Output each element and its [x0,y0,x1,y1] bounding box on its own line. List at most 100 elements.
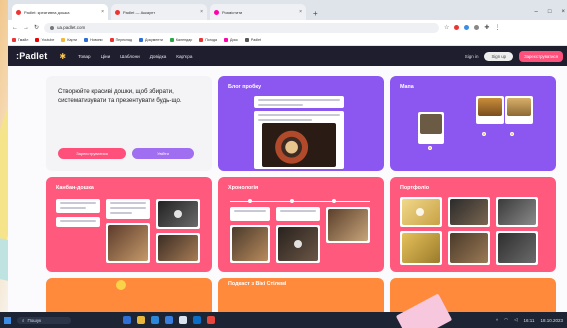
explorer-icon[interactable] [123,316,131,324]
bookmark-item[interactable]: Погода [199,38,217,42]
bookmark-item[interactable]: Padlet [244,38,261,42]
extension-icon[interactable] [474,25,480,30]
kanban-post [106,199,150,219]
bookmark-item[interactable]: Youtube [35,38,54,42]
play-icon[interactable] [416,208,424,216]
url-text: ua.padlet.com [57,25,86,30]
nav-item-pricing[interactable]: Ціни [101,54,111,59]
chrome-icon[interactable] [207,316,215,324]
play-icon[interactable] [174,210,182,218]
nav-item-help[interactable]: Довідка [150,54,167,59]
url-field[interactable]: ua.padlet.com [44,22,440,33]
word-icon[interactable] [193,316,201,324]
signup-button[interactable]: Зареєструватися [519,50,563,62]
reload-icon[interactable]: ↻ [34,24,39,31]
timeline-post [276,225,320,263]
browser-tab-active[interactable]: Padlet: креативна дошка × [12,4,108,20]
screenshot: Padlet: креативна дошка × Padlet — Аккау… [0,0,567,328]
bookmark-item[interactable]: Переклад [109,38,132,42]
address-bar-row: ← → ↻ ua.padlet.com ☆ ✚ ⋮ [8,20,567,35]
main-nav: Товар Ціни Шаблони Довідка Кар'єра [78,54,192,59]
animal-image [507,98,531,116]
timeline-dot [332,199,336,203]
extension-icon[interactable] [454,25,460,30]
volume-icon[interactable]: ◁ [514,317,517,323]
hero-card: Створюйте красиві дошки, щоб збирати, си… [46,76,212,171]
minimize-icon[interactable]: – [535,9,538,15]
bookmark-item[interactable]: Карти [61,38,77,42]
hero-signup-button[interactable]: Зареєструватися [58,148,126,159]
maximize-icon[interactable]: □ [548,9,552,15]
new-tab-button[interactable]: + [309,9,322,20]
template-card-map[interactable]: Мапа [390,76,556,171]
kanban-post [56,199,100,213]
extension-icon[interactable] [464,25,470,30]
portfolio-post [496,197,538,227]
bookmark-item[interactable]: Календар [169,38,192,42]
close-tab-icon[interactable]: × [200,9,203,15]
photo-thumbnail [498,199,536,225]
login-link[interactable]: Sign in [465,54,479,59]
card-title: Мапа [400,84,414,90]
bookmark-item[interactable]: Гмайл [12,38,28,42]
timeline-post [230,225,270,263]
template-card-timeline[interactable]: Хронологія [218,177,384,272]
post-preview [254,96,344,108]
star-icon: ✱ [59,51,67,61]
site-favicon-icon [214,9,219,15]
close-tab-icon[interactable]: × [299,9,302,15]
bookmark-item[interactable]: Диск [224,38,238,42]
elephant-image [478,98,502,116]
template-card-portfolio[interactable]: Портфоліо [390,177,556,272]
map-post [418,112,444,144]
browser-tab[interactable]: Розмістити × [210,4,306,20]
tab-title: Padlet — Аккаунт [123,9,156,15]
close-tab-icon[interactable]: × [101,9,104,15]
nav-item-careers[interactable]: Кар'єра [176,54,192,59]
bookmark-item[interactable]: Новини [84,38,103,42]
portfolio-post [400,197,442,227]
play-icon[interactable] [294,240,302,248]
wifi-icon[interactable]: ◠ [504,317,508,323]
close-window-icon[interactable]: × [561,9,565,15]
taskbar-search[interactable]: ⌕ Пошук [17,316,71,324]
bookmark-star-icon[interactable]: ☆ [444,24,449,31]
site-info-icon[interactable] [50,25,55,30]
template-card-partial[interactable] [46,278,212,312]
people-photo [108,225,148,261]
nav-item-templates[interactable]: Шаблони [120,54,140,59]
menu-dots-icon[interactable]: ⋮ [494,24,500,31]
system-tray: ^ ◠ ◁ 16:11 18.10.2023 [496,317,563,323]
forward-arrow-icon[interactable]: → [23,25,29,31]
edge-icon[interactable] [151,316,159,324]
clock-time[interactable]: 16:11 [524,318,535,323]
hero-login-button[interactable]: Увійти [132,148,194,159]
browser-tab[interactable]: Padlet — Аккаунт × [111,4,207,20]
puzzle-icon[interactable]: ✚ [484,24,489,31]
padlet-favicon-icon [115,9,120,15]
bookmarks-bar: Гмайл Youtube Карти Новини Переклад Доку… [8,35,567,46]
template-card-blog[interactable]: Блог пробку [218,76,384,171]
card-title: Подкаст з Вікі Стілемі [228,281,287,287]
timeline-dot [248,199,252,203]
app-icon[interactable] [179,316,187,324]
portfolio-post [448,197,490,227]
padlet-logo[interactable]: :Padlet [16,51,47,61]
store-icon[interactable] [165,316,173,324]
signup-button-secondary[interactable]: Sign up [484,51,514,61]
bookmark-item[interactable]: Документи [138,38,163,42]
back-arrow-icon[interactable]: ← [12,25,18,31]
portfolio-post [496,231,538,265]
portfolio-post [400,231,442,265]
template-card-podcast[interactable]: Подкаст з Вікі Стілемі [218,278,384,312]
template-card-kanban[interactable]: Канбан-дошка [46,177,212,272]
search-placeholder: Пошук [27,317,42,323]
map-post [476,96,504,124]
folder-icon[interactable] [137,316,145,324]
chevron-up-icon[interactable]: ^ [496,318,498,323]
clock-date[interactable]: 18.10.2023 [540,318,563,323]
card-title: Хронологія [228,185,259,191]
hero-buttons: Зареєструватися Увійти [58,148,194,159]
windows-start-icon[interactable] [4,316,11,324]
nav-item-product[interactable]: Товар [78,54,91,59]
